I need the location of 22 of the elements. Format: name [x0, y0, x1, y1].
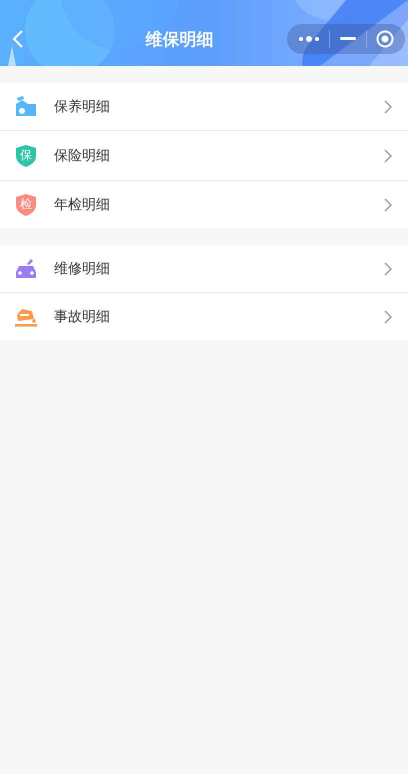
chevron-icon: [384, 198, 392, 212]
row-label: 保险明细: [54, 146, 111, 164]
chevron-icon: [384, 310, 392, 324]
chevron-icon: [384, 100, 392, 114]
row-label: 事故明细: [54, 308, 111, 326]
shield-label: 保: [20, 148, 32, 162]
menu-row[interactable]: 维修明细: [0, 245, 408, 293]
row-label: 年检明细: [54, 196, 111, 214]
page-title: 维保明细: [144, 28, 214, 50]
car-wrench-icon: [14, 256, 38, 280]
menu-row[interactable]: 事故明细: [0, 293, 408, 340]
chevron-icon: [384, 262, 392, 276]
close-icon[interactable]: [376, 30, 394, 48]
row-label: 维修明细: [54, 260, 111, 278]
shield-label: 检: [20, 196, 32, 210]
menu-row[interactable]: 保 保险明细: [0, 131, 408, 181]
row-label: 保养明细: [54, 98, 111, 116]
chevron-icon: [384, 148, 392, 162]
more-icon[interactable]: [298, 35, 320, 43]
minimize-icon[interactable]: [340, 37, 356, 41]
menu-row[interactable]: 保养明细: [0, 83, 408, 131]
menu-row[interactable]: 检 年检明细: [0, 181, 408, 228]
